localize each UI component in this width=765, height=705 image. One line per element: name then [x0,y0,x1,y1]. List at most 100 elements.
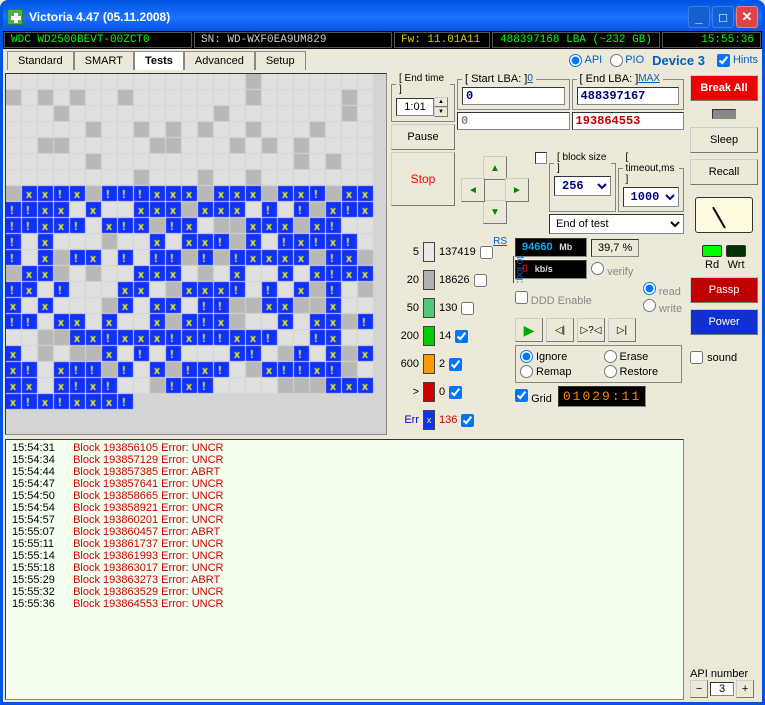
stat-row: 200 14 [393,322,509,350]
play-button[interactable]: ▶ [515,318,543,342]
drive-model: WDC WD2500BEVT-00ZCT0 [4,32,192,48]
sleep-button[interactable]: Sleep [690,127,758,153]
device-label[interactable]: Device 3 [652,53,705,68]
nav-down-button[interactable]: ▼ [483,200,507,224]
media-buttons: ▶ ◁| ▷?◁ ▷| [515,318,682,342]
startlba-input[interactable] [462,87,565,105]
rw-indicators: Rd Wrt [690,245,758,271]
grid-checkbox[interactable]: Grid [515,389,552,405]
left-column: [ End time ] ▲▼ Pause [ [3,71,686,702]
log-line: 15:54:44 Block 193857385 Error: ABRT [8,466,681,478]
timeout-select[interactable]: 10000 [623,187,680,207]
rs-link[interactable]: RS [493,236,507,247]
api-minus-button[interactable]: − [690,680,708,698]
tab-setup[interactable]: Setup [255,51,306,70]
minimize-button[interactable]: _ [688,6,710,28]
endtime-up[interactable]: ▲ [434,97,448,107]
ignore-radio[interactable]: Ignore [520,350,594,363]
write-led-icon [726,245,746,257]
sound-checkbox[interactable]: sound [690,351,758,364]
erase-radio[interactable]: Erase [604,350,678,363]
drive-lba: 488397168 LBA (~232 GB) [492,32,660,48]
action-mode-group: Ignore Erase Remap Restore [515,345,682,383]
endlba-input[interactable] [577,87,680,105]
pio-radio[interactable]: PIO [610,54,644,67]
tab-advanced[interactable]: Advanced [184,51,255,70]
stat-log-checkbox[interactable] [461,302,474,315]
titlebar[interactable]: Victoria 4.47 (05.11.2008) _ □ ✕ [3,3,762,31]
drive-info-bar: WDC WD2500BEVT-00ZCT0 SN: WD-WXF0EA9UM82… [3,31,762,49]
stat-row: 5 137419 [393,238,509,266]
startlba-group: [ Start LBA: ] 0 [457,73,570,110]
blocksize-select[interactable]: 256 [554,176,611,196]
nav-up-button[interactable]: ▲ [483,156,507,180]
startlba-zero-link[interactable]: 0 [527,73,533,84]
ddd-checkbox[interactable]: DDD Enable [515,291,592,307]
step-forward-button[interactable]: ▷| [608,318,636,342]
clock: 15:55:36 [662,32,761,48]
tab-standard[interactable]: Standard [7,51,74,70]
log-line: 15:55:29 Block 193863273 Error: ABRT [8,574,681,586]
stat-log-checkbox[interactable] [449,386,462,399]
verify-radio[interactable]: verify [591,262,633,278]
maximize-button[interactable]: □ [712,6,734,28]
side-panel: Break All Sleep Recall Rd Wrt Passp Powe… [686,71,762,702]
stat-row: > 0 [393,378,509,406]
log-line: 15:55:14 Block 193861993 Error: UNCR [8,550,681,562]
latency-stats: RS to log: 5 137419 20 18626 50 130 200 … [391,236,511,436]
log-line: 15:55:36 Block 193864553 Error: UNCR [8,598,681,610]
power-button[interactable]: Power [690,309,758,335]
read-led-icon [702,245,722,257]
log-line: 15:55:32 Block 193863529 Error: UNCR [8,586,681,598]
close-button[interactable]: ✕ [736,6,758,28]
tolog-link[interactable]: to log: [514,256,525,283]
hints-checkbox[interactable]: Hints [717,54,758,67]
endlba-max-link[interactable]: MAX [638,73,660,84]
log-line: 15:55:07 Block 193860457 Error: ABRT [8,526,681,538]
timeout-group: [ timeout,ms ] 10000 [618,152,685,212]
endtime-input[interactable] [396,98,434,116]
endlba-group: [ End LBA: ] MAX [572,73,685,110]
log-line: 15:54:50 Block 193858665 Error: UNCR [8,490,681,502]
passp-button[interactable]: Passp [690,277,758,303]
log-panel[interactable]: 15:54:31 Block 193856105 Error: UNCR 15:5… [5,439,684,700]
endtime-group: [ End time ] ▲▼ [391,73,455,122]
log-line: 15:54:31 Block 193856105 Error: UNCR [8,442,681,454]
stat-log-checkbox[interactable] [480,246,493,259]
remap-radio[interactable]: Remap [520,365,594,378]
stat-log-checkbox[interactable] [474,274,487,287]
api-radio[interactable]: API [569,54,602,67]
recall-button[interactable]: Recall [690,159,758,185]
main-area: [ End time ] ▲▼ Pause [ [3,71,762,702]
nav-left-button[interactable]: ◄ [461,178,485,202]
step-back-button[interactable]: ◁| [546,318,574,342]
endoftest-select[interactable]: End of test [549,214,684,234]
stat-row: 20 18626 [393,266,509,294]
stat-log-checkbox[interactable] [461,414,474,427]
scan-controls: [ End time ] ▲▼ Pause [ [389,71,686,437]
tab-tests[interactable]: Tests [134,51,184,70]
nav-right-button[interactable]: ► [505,178,529,202]
api-plus-button[interactable]: + [736,680,754,698]
stop-button[interactable]: Stop [391,152,455,206]
api-number-group: API number − + [690,668,758,698]
stat-log-checkbox[interactable] [449,358,462,371]
blocksize-group: [ block size ] 256 [549,152,616,212]
surface-scan-grid[interactable] [5,73,387,435]
api-number-input[interactable] [710,682,734,696]
write-radio[interactable]: write [643,299,682,315]
endtime-down[interactable]: ▼ [434,107,448,117]
tab-smart[interactable]: SMART [74,51,134,70]
app-icon [7,9,23,25]
restore-radio[interactable]: Restore [604,365,678,378]
app-window: Victoria 4.47 (05.11.2008) _ □ ✕ WDC WD2… [0,0,765,705]
current-gray-input[interactable] [457,112,570,130]
log-line: 15:54:54 Block 193858921 Error: UNCR [8,502,681,514]
read-radio[interactable]: read [643,282,682,298]
break-all-button[interactable]: Break All [690,75,758,101]
random-button[interactable]: ▷?◁ [577,318,605,342]
current-lba-input[interactable] [572,112,685,130]
nav-checkbox[interactable] [535,152,547,164]
stat-log-checkbox[interactable] [455,330,468,343]
pause-button[interactable]: Pause [391,124,455,150]
